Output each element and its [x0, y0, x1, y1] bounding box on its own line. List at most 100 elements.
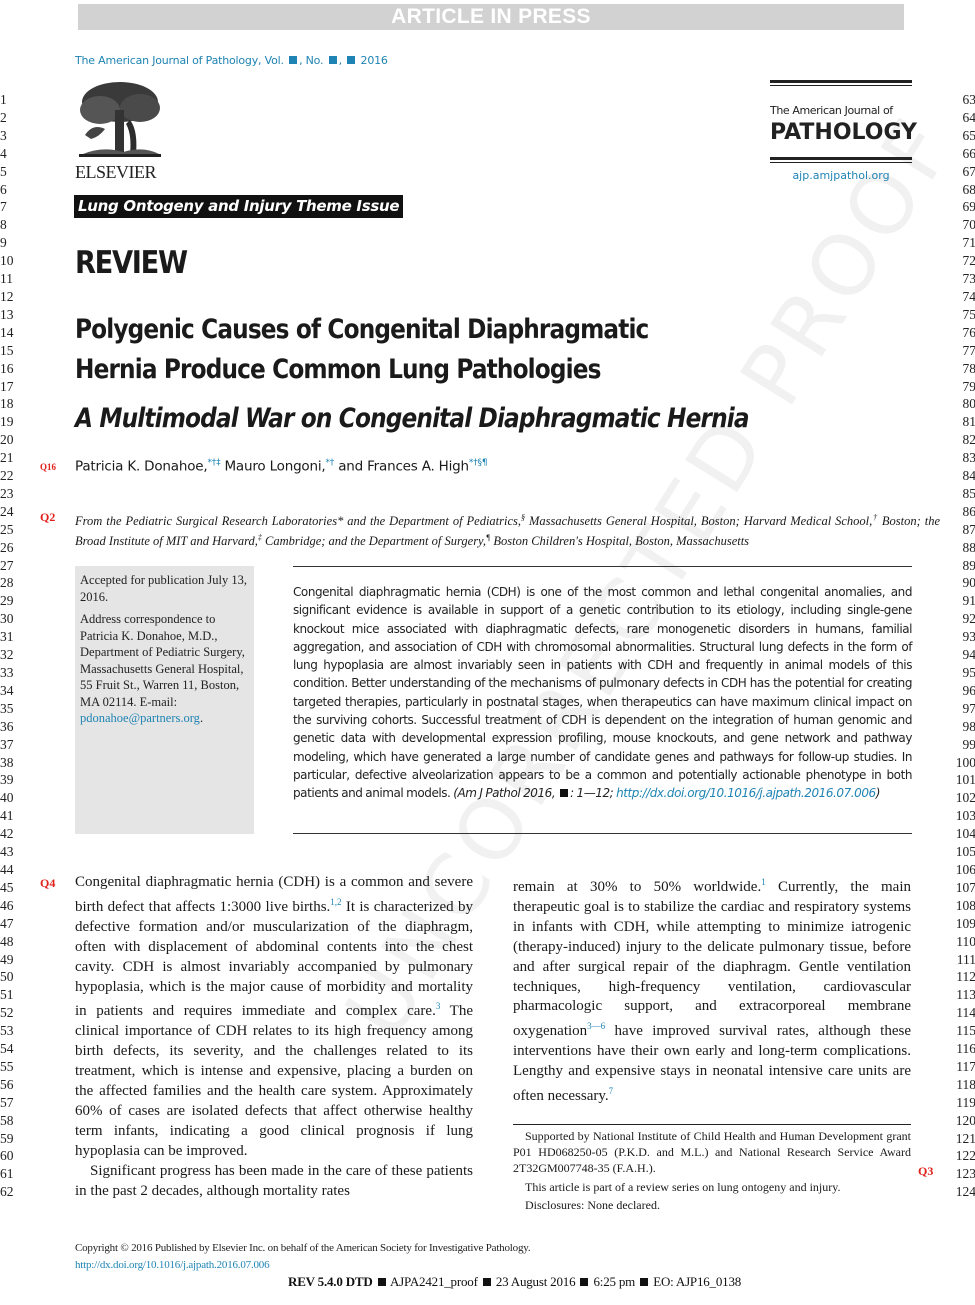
line-number: 10 [0, 253, 14, 269]
author-affiliation-marks[interactable]: *† [326, 458, 335, 468]
separator-square [482, 1278, 491, 1286]
citation-end: ) [875, 786, 881, 801]
proof-time: 6:25 pm [593, 1274, 636, 1289]
reference-link[interactable]: 3—6 [587, 1021, 605, 1031]
line-number: 59 [0, 1130, 14, 1146]
line-number: 20 [0, 432, 14, 448]
line-number: 83 [962, 450, 975, 466]
line-number: 55 [0, 1058, 14, 1074]
running-head-journal: The American Journal of Pathology, Vol. [75, 54, 284, 67]
line-number: 48 [0, 933, 14, 949]
line-number: 77 [962, 342, 975, 358]
line-number: 40 [0, 790, 14, 806]
footer-doi-link[interactable]: http://dx.doi.org/10.1016/j.ajpath.2016.… [75, 1259, 270, 1271]
line-number: 63 [962, 92, 975, 107]
line-number: 44 [0, 861, 14, 877]
line-number: 119 [956, 1094, 975, 1110]
line-number: 12 [0, 288, 14, 304]
author-list: Patricia K. Donahoe,*†‡ Mauro Longoni,*†… [75, 458, 488, 475]
affiliation-text: Massachusetts General Hospital, Boston; … [525, 514, 873, 529]
line-number: 110 [956, 933, 975, 949]
line-number: 102 [955, 790, 975, 806]
line-number: 15 [0, 342, 14, 358]
proof-info-line: REV 5.4.0 DTD AJPA2421_proof 23 August 2… [288, 1274, 741, 1290]
line-number: 84 [962, 468, 975, 484]
journal-rule-bottom-thin [770, 162, 912, 163]
line-number: 9 [0, 235, 7, 251]
line-number: 2 [0, 109, 7, 125]
line-number: 47 [0, 915, 14, 931]
accepted-date: Accepted for publication July 13, 2016. [80, 573, 247, 604]
citation-pages: : 1—12; [570, 786, 617, 801]
series-footnote: This article is part of a review series … [525, 1179, 841, 1194]
line-numbers-right: 63 64 65 66 67 68 69 70 71 72 73 74 75 76 77 78 79 80 81 82… [946, 91, 975, 1201]
email-link[interactable]: pdonahoe@partners.org [80, 711, 200, 725]
line-number: 61 [0, 1166, 14, 1182]
affiliation-text: Boston Children's Hospital, Boston, Mass… [490, 533, 750, 548]
reference-link[interactable]: 1,2 [330, 897, 341, 907]
journal-logo-box: The American Journal of PATHOLOGY ajp.am… [770, 80, 917, 182]
line-number: 99 [962, 736, 975, 752]
separator-square [580, 1278, 589, 1286]
line-number: 76 [962, 324, 975, 340]
body-text: remain at 30% to 50% worldwide. [513, 879, 762, 895]
query-mark-q3[interactable]: Q3 [918, 1164, 933, 1179]
line-number: 74 [962, 288, 975, 304]
line-number: 29 [0, 593, 14, 609]
proof-date: 23 August 2016 [495, 1274, 576, 1289]
line-number: 19 [0, 414, 14, 430]
citation-journal: (Am J Pathol 2016, [453, 786, 556, 801]
line-number: 100 [955, 754, 975, 770]
line-number: 42 [0, 826, 14, 842]
reference-link[interactable]: 7 [609, 1086, 614, 1096]
proof-id: AJPA2421_proof [389, 1274, 478, 1289]
line-number: 116 [956, 1041, 975, 1057]
journal-url-link[interactable]: ajp.amjpathol.org [770, 169, 912, 182]
separator-square [640, 1278, 649, 1286]
line-number: 120 [955, 1112, 975, 1128]
theme-issue-label: Lung Ontogeny and Injury Theme Issue [74, 195, 404, 218]
line-number: 46 [0, 897, 14, 913]
line-number: 70 [962, 217, 975, 233]
line-number: 65 [962, 127, 975, 143]
disclosures-footnote: Disclosures: None declared. [525, 1197, 660, 1212]
body-column-right: remain at 30% to 50% worldwide.1 Current… [513, 873, 911, 1107]
line-number: 108 [955, 897, 975, 913]
line-number: 24 [0, 503, 14, 519]
line-number: 26 [0, 539, 14, 555]
affiliation-text: Cambridge; and the Department of Surgery… [261, 533, 487, 548]
running-head-year: 2016 [360, 54, 388, 67]
author-affiliation-marks[interactable]: *†‡ [207, 458, 220, 468]
line-number: 35 [0, 700, 14, 716]
line-number: 51 [0, 987, 14, 1003]
body-paragraph: Significant progress has been made in th… [75, 1162, 473, 1199]
proof-eo: EO: AJP16_0138 [653, 1274, 742, 1289]
abstract-doi-link[interactable]: http://dx.doi.org/10.1016/j.ajpath.2016.… [616, 786, 876, 800]
line-number: 103 [955, 808, 975, 824]
author-affiliation-marks[interactable]: *†§¶ [469, 458, 488, 468]
line-number: 118 [956, 1076, 975, 1092]
line-number: 105 [955, 844, 975, 860]
line-number: 3 [0, 127, 7, 143]
line-number: 78 [962, 360, 975, 376]
query-mark-q2[interactable]: Q2 [40, 510, 55, 525]
line-number: 54 [0, 1041, 14, 1057]
line-number: 104 [955, 826, 975, 842]
line-number: 6 [0, 181, 7, 197]
body-text: Currently, the main therapeutic goal is … [513, 879, 911, 1040]
volume-placeholder-square [289, 56, 298, 64]
line-number: 68 [962, 181, 975, 197]
body-text: It is characterized by defective formati… [75, 898, 473, 1020]
journal-rule-top-thin [770, 85, 912, 86]
query-mark-q4[interactable]: Q4 [40, 876, 55, 891]
body-text: The clinical importance of CDH relates t… [75, 1003, 473, 1159]
line-number: 52 [0, 1005, 14, 1021]
line-number: 33 [0, 665, 14, 680]
copyright-notice: Copyright © 2016 Published by Elsevier I… [75, 1242, 531, 1254]
line-number: 75 [962, 306, 975, 322]
query-mark-q16[interactable]: Q16 [40, 462, 56, 472]
proof-version: REV 5.4.0 DTD [288, 1274, 373, 1289]
line-number: 37 [0, 736, 14, 752]
line-number: 34 [0, 682, 14, 698]
line-number: 123 [955, 1166, 975, 1182]
